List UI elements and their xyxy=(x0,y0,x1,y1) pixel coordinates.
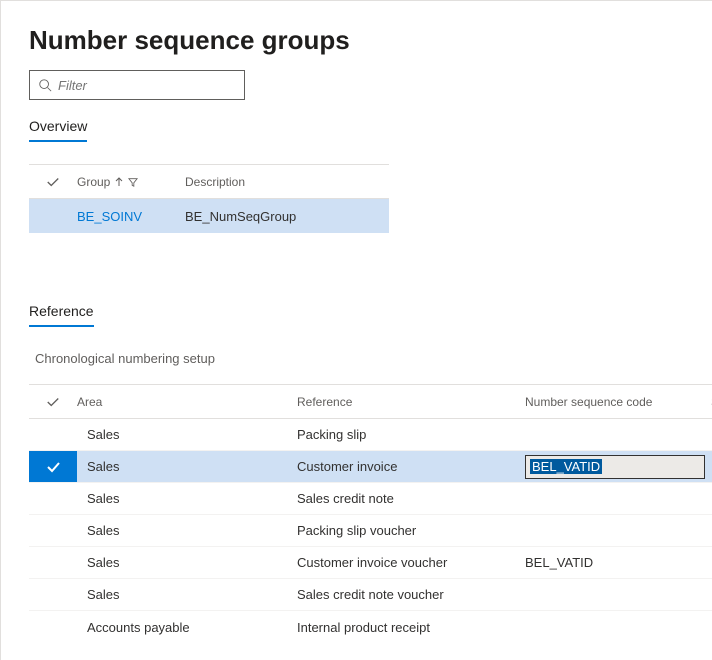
page-title: Number sequence groups xyxy=(29,25,712,56)
sort-asc-icon xyxy=(114,177,124,187)
select-all-checkbox[interactable] xyxy=(29,395,77,409)
column-header-group[interactable]: Group xyxy=(77,175,185,189)
column-header-area[interactable]: Area xyxy=(77,395,297,409)
cell-area: Accounts payable xyxy=(77,620,297,635)
cell-area: Sales xyxy=(77,555,297,570)
column-header-description[interactable]: Description xyxy=(185,175,389,189)
cell-area: Sales xyxy=(77,491,297,506)
search-icon xyxy=(38,78,52,92)
tab-overview[interactable]: Overview xyxy=(29,118,87,142)
number-sequence-code-input[interactable]: BEL_VATID xyxy=(525,455,705,479)
table-row[interactable]: Sales Customer invoice BEL_VATID xyxy=(29,451,712,483)
table-row[interactable]: Sales Sales credit note voucher xyxy=(29,579,712,611)
column-header-group-label: Group xyxy=(77,175,110,189)
cell-code[interactable]: BEL_VATID xyxy=(525,555,711,570)
table-row[interactable]: Sales Sales credit note xyxy=(29,483,712,515)
cell-reference: Customer invoice voucher xyxy=(297,555,525,570)
filter-input[interactable] xyxy=(58,78,236,93)
table-row[interactable]: Accounts payable Internal product receip… xyxy=(29,611,712,643)
cell-description: BE_NumSeqGroup xyxy=(185,209,389,224)
overview-grid-header: Group Description xyxy=(29,165,389,199)
cell-area: Sales xyxy=(77,587,297,602)
cell-area: Sales xyxy=(77,523,297,538)
check-icon xyxy=(45,459,61,475)
column-header-reference[interactable]: Reference xyxy=(297,395,525,409)
column-header-code[interactable]: Number sequence code xyxy=(525,395,711,409)
row-checkbox[interactable] xyxy=(29,451,77,482)
cell-group[interactable]: BE_SOINV xyxy=(77,209,185,224)
cell-reference: Packing slip xyxy=(297,427,525,442)
table-row[interactable]: Sales Packing slip voucher xyxy=(29,515,712,547)
cell-area: Sales xyxy=(77,427,297,442)
cell-area: Sales xyxy=(77,459,297,474)
cell-reference: Customer invoice xyxy=(297,459,525,474)
select-all-checkbox[interactable] xyxy=(29,175,77,189)
overview-grid: Group Description BE_SOINV BE_NumSeqGrou… xyxy=(29,164,389,233)
table-row[interactable]: Sales Packing slip xyxy=(29,419,712,451)
reference-subheading: Chronological numbering setup xyxy=(35,351,712,366)
reference-grid: Area Reference Number sequence code Sale… xyxy=(29,384,712,643)
tab-reference[interactable]: Reference xyxy=(29,303,94,327)
cell-reference: Packing slip voucher xyxy=(297,523,525,538)
cell-reference: Sales credit note xyxy=(297,491,525,506)
table-row[interactable]: BE_SOINV BE_NumSeqGroup xyxy=(29,199,389,233)
reference-grid-header: Area Reference Number sequence code Sale… xyxy=(29,385,712,419)
table-row[interactable]: Sales Customer invoice voucher BEL_VATID xyxy=(29,547,712,579)
code-input-value: BEL_VATID xyxy=(530,459,602,474)
filter-icon xyxy=(128,177,138,187)
cell-reference: Sales credit note voucher xyxy=(297,587,525,602)
cell-reference: Internal product receipt xyxy=(297,620,525,635)
filter-box[interactable] xyxy=(29,70,245,100)
